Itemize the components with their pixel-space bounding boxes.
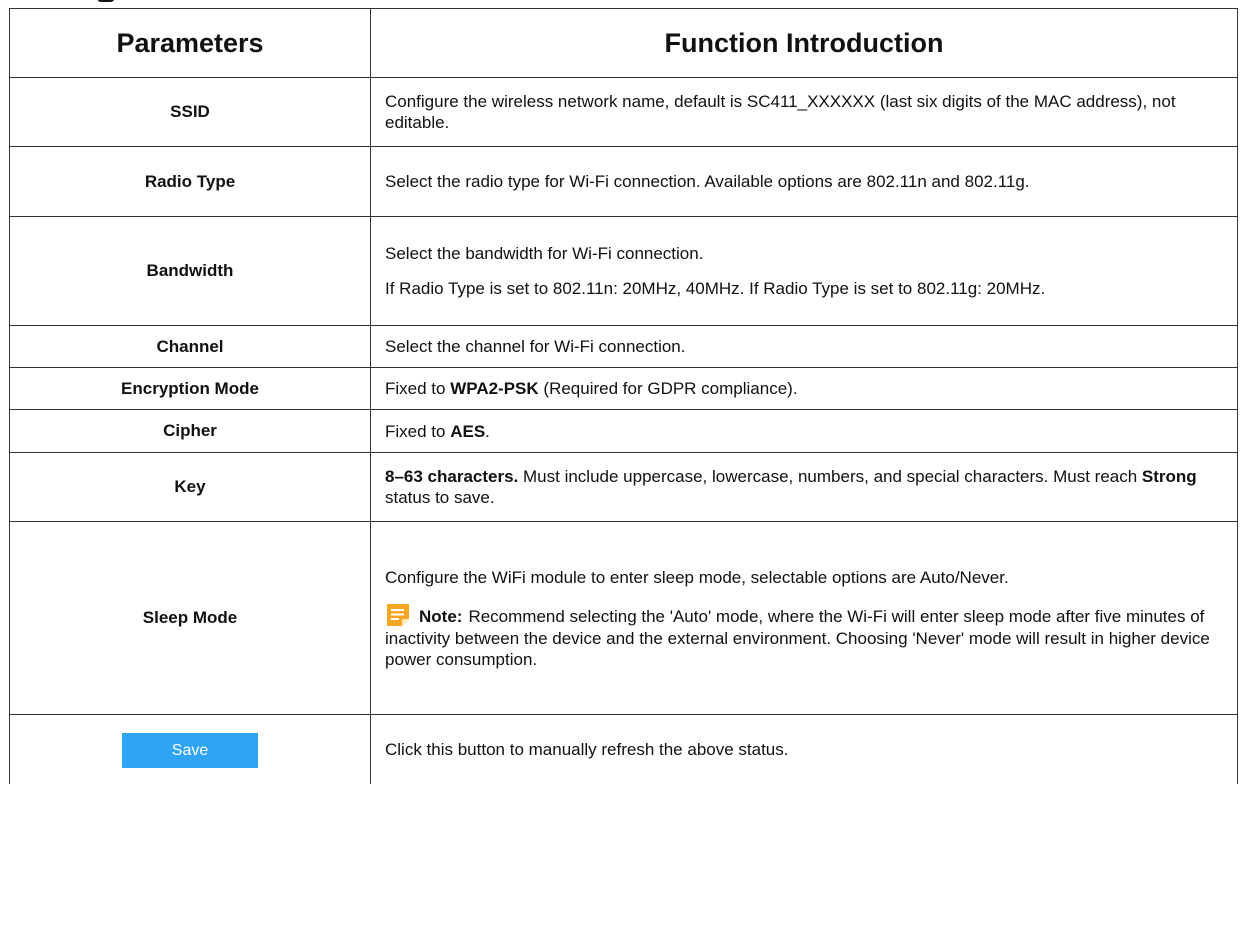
save-cell: Save — [9, 714, 371, 784]
param-description: 8–63 characters. Must include uppercase,… — [370, 452, 1238, 522]
param-description: Select the radio type for Wi-Fi connecti… — [370, 146, 1238, 217]
param-name: SSID — [9, 77, 371, 147]
table-row: Radio Type Select the radio type for Wi-… — [9, 146, 1238, 217]
param-name: Sleep Mode — [9, 521, 371, 715]
table-row: Encryption Mode Fixed to WPA2-PSK (Requi… — [9, 367, 1238, 410]
param-description: Select the bandwidth for Wi-Fi connectio… — [370, 216, 1238, 326]
header-parameters: Parameters — [9, 8, 371, 78]
table-header-row: Parameters Function Introduction — [9, 8, 1238, 78]
table-row: Cipher Fixed to AES. — [9, 409, 1238, 453]
param-name: Encryption Mode — [9, 367, 371, 410]
param-name: Cipher — [9, 409, 371, 453]
table-row: Channel Select the channel for Wi-Fi con… — [9, 325, 1238, 368]
param-name: Radio Type — [9, 146, 371, 217]
table-row: Sleep Mode Configure the WiFi module to … — [9, 521, 1238, 715]
previous-page-fragment — [0, 0, 1247, 6]
param-description: Select the channel for Wi-Fi connection. — [370, 325, 1238, 368]
table-row: SSID Configure the wireless network name… — [9, 77, 1238, 147]
param-description: Configure the WiFi module to enter sleep… — [370, 521, 1238, 715]
parameters-table: Parameters Function Introduction SSID Co… — [9, 8, 1238, 784]
table-row: Save Click this button to manually refre… — [9, 714, 1238, 784]
param-description: Fixed to AES. — [370, 409, 1238, 453]
heading-fragment — [98, 0, 114, 2]
param-description: Fixed to WPA2-PSK (Required for GDPR com… — [370, 367, 1238, 410]
param-description: Click this button to manually refresh th… — [370, 714, 1238, 784]
table-row: Bandwidth Select the bandwidth for Wi-Fi… — [9, 216, 1238, 326]
note: Note: Recommend selecting the 'Auto' mode… — [385, 602, 1223, 670]
table-row: Key 8–63 characters. Must include upperc… — [9, 452, 1238, 522]
param-description: Configure the wireless network name, def… — [370, 77, 1238, 147]
save-button[interactable]: Save — [122, 732, 258, 768]
param-name: Key — [9, 452, 371, 522]
param-name: Bandwidth — [9, 216, 371, 326]
note-icon — [387, 603, 409, 626]
header-function-introduction: Function Introduction — [370, 8, 1238, 78]
param-name: Channel — [9, 325, 371, 368]
note-label: Note: — [419, 606, 463, 626]
note-text: Recommend selecting the 'Auto' mode, whe… — [385, 606, 1210, 669]
